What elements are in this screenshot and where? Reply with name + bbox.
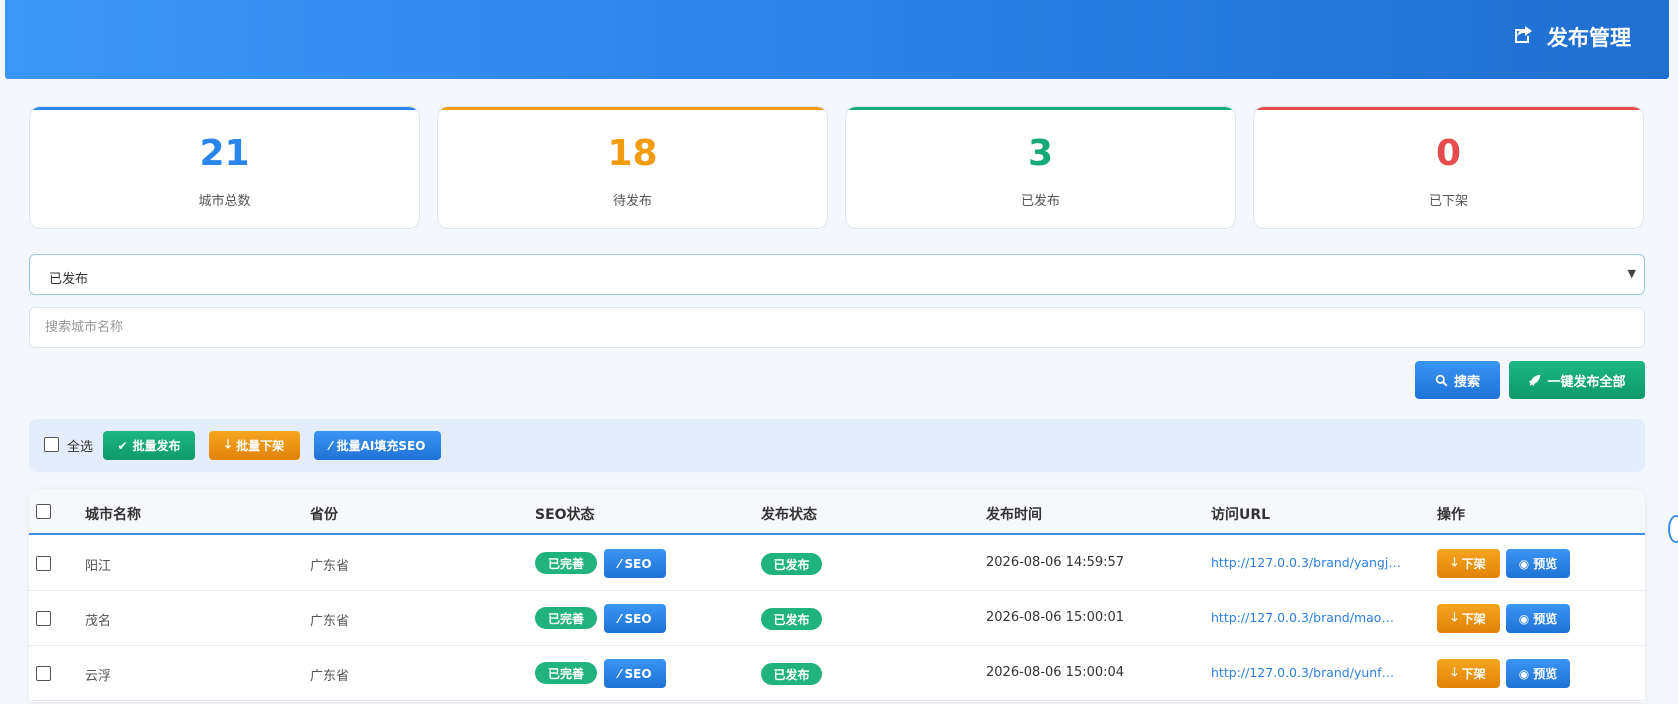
magic-wand-icon: ⁄ [618,556,621,571]
bulk-publish-button[interactable]: ✔ 批量发布 [103,431,195,460]
column-header-province: 省份 [310,507,338,523]
bulk-unpublish-button[interactable]: 🡓 批量下架 [209,431,300,460]
stat-value: 21 [199,133,250,174]
stat-label: 城市总数 [198,194,251,209]
seo-status-badge: 已完善 [535,607,597,629]
city-name: 阳江 [85,559,112,574]
header-select-checkbox[interactable] [36,504,51,519]
unpublish-label: 下架 [1461,557,1486,571]
preview-label: 预览 [1533,667,1558,681]
stat-card-total: 21 城市总数 [29,106,420,229]
seo-edit-button[interactable]: ⁄ SEO [604,604,666,633]
column-header-url: 访问URL [1211,507,1271,523]
chevron-down-icon: ▼ [1627,267,1636,280]
publish-status-badge: 已发布 [761,553,822,575]
unpublish-button[interactable]: 🡓 下架 [1437,549,1500,578]
bulk-unpublish-label: 批量下架 [236,439,285,453]
province: 广东省 [310,669,350,684]
preview-button[interactable]: ◉ 预览 [1506,659,1570,688]
arrow-down-icon: 🡓 [224,437,232,451]
magic-wand-icon: ⁄ [618,611,621,626]
seo-button-label: SEO [624,611,652,626]
row-checkbox[interactable] [36,666,51,681]
unpublish-label: 下架 [1461,612,1486,626]
magic-wand-icon: ⁄ [329,438,332,453]
magic-wand-icon: ⁄ [618,666,621,681]
stat-value: 0 [1435,133,1462,174]
table-row: 阳江 广东省 已完善 ⁄ SEO 已发布 2026-08-06 14:59:57 … [29,536,1645,591]
table-row: 茂名 广东省 已完善 ⁄ SEO 已发布 2026-08-06 15:00:01 … [29,591,1645,646]
column-header-publish-status: 发布状态 [761,507,817,523]
publish-status-badge: 已发布 [761,608,822,630]
table-header: 城市名称 省份 SEO状态 发布状态 发布时间 访问URL 操作 [29,489,1645,535]
seo-status-badge: 已完善 [535,552,597,574]
unpublish-label: 下架 [1461,667,1486,681]
stat-card-offline: 0 已下架 [1253,106,1644,229]
row-checkbox[interactable] [36,611,51,626]
arrow-down-icon: 🡓 [1451,610,1458,624]
page-title: 发布管理 [1547,26,1631,50]
check-icon: ✔ [117,438,128,453]
column-header-actions: 操作 [1437,507,1465,523]
rocket-icon [1529,374,1541,386]
seo-status-badge: 已完善 [535,662,597,684]
preview-label: 预览 [1533,612,1558,626]
preview-label: 预览 [1533,557,1558,571]
eye-icon: ◉ [1518,611,1530,626]
publish-time: 2026-08-06 14:59:57 [986,555,1125,570]
bulk-ai-seo-label: 批量AI填充SEO [336,439,426,453]
publish-status-badge: 已发布 [761,663,822,685]
page-header: 发布管理 [5,0,1669,79]
search-icon [1435,374,1448,386]
side-float-button[interactable] [1668,515,1678,543]
stat-label: 待发布 [612,194,652,209]
visit-url-link[interactable]: http://127.0.0.3/brand/yangjian… [1211,555,1401,570]
select-all-checkbox[interactable] [44,437,59,452]
status-filter-select[interactable]: 已发布 ▼ [29,254,1645,295]
publish-time: 2026-08-06 15:00:04 [986,665,1125,680]
publish-all-button[interactable]: 一键发布全部 [1509,361,1645,399]
bulk-publish-label: 批量发布 [132,439,181,453]
status-filter-value: 已发布 [49,272,89,287]
preview-button[interactable]: ◉ 预览 [1506,604,1570,633]
row-checkbox[interactable] [36,556,51,571]
publish-all-label: 一键发布全部 [1547,374,1626,390]
seo-edit-button[interactable]: ⁄ SEO [604,659,666,688]
seo-button-label: SEO [624,666,652,681]
stat-card-published: 3 已发布 [845,106,1236,229]
preview-button[interactable]: ◉ 预览 [1506,549,1570,578]
unpublish-button[interactable]: 🡓 下架 [1437,604,1500,633]
arrow-down-icon: 🡓 [1451,665,1458,679]
column-header-publish-time: 发布时间 [986,507,1042,523]
visit-url-link[interactable]: http://127.0.0.3/brand/maomin… [1211,610,1401,625]
column-header-seo-status: SEO状态 [535,507,595,523]
province: 广东省 [310,559,350,574]
unpublish-button[interactable]: 🡓 下架 [1437,659,1500,688]
column-header-city: 城市名称 [85,507,141,523]
table-row: 云浮 广东省 已完善 ⁄ SEO 已发布 2026-08-06 15:00:04 … [29,646,1645,701]
visit-url-link[interactable]: http://127.0.0.3/brand/yunfu.html [1211,665,1401,680]
arrow-down-icon: 🡓 [1451,555,1458,569]
select-all-label: 全选 [67,440,94,455]
eye-icon: ◉ [1518,666,1530,681]
bulk-ai-seo-button[interactable]: ⁄ 批量AI填充SEO [314,431,441,460]
stat-value: 3 [1027,133,1054,174]
stat-value: 18 [607,133,658,174]
search-input[interactable] [29,307,1645,348]
seo-button-label: SEO [624,556,652,571]
stat-card-pending: 18 待发布 [437,106,828,229]
city-name: 云浮 [85,669,112,684]
search-button[interactable]: 搜索 [1415,361,1500,399]
stat-label: 已下架 [1428,194,1468,209]
search-button-label: 搜索 [1453,374,1480,390]
eye-icon: ◉ [1518,556,1530,571]
province: 广东省 [310,614,350,629]
city-table: 城市名称 省份 SEO状态 发布状态 发布时间 访问URL 操作 阳江 广东省 … [29,489,1645,702]
stat-label: 已发布 [1020,194,1060,209]
city-name: 茂名 [85,614,112,629]
publish-time: 2026-08-06 15:00:01 [986,610,1125,625]
seo-edit-button[interactable]: ⁄ SEO [604,549,666,578]
share-icon [1511,23,1535,52]
header-title: 发布管理 [1511,22,1631,52]
